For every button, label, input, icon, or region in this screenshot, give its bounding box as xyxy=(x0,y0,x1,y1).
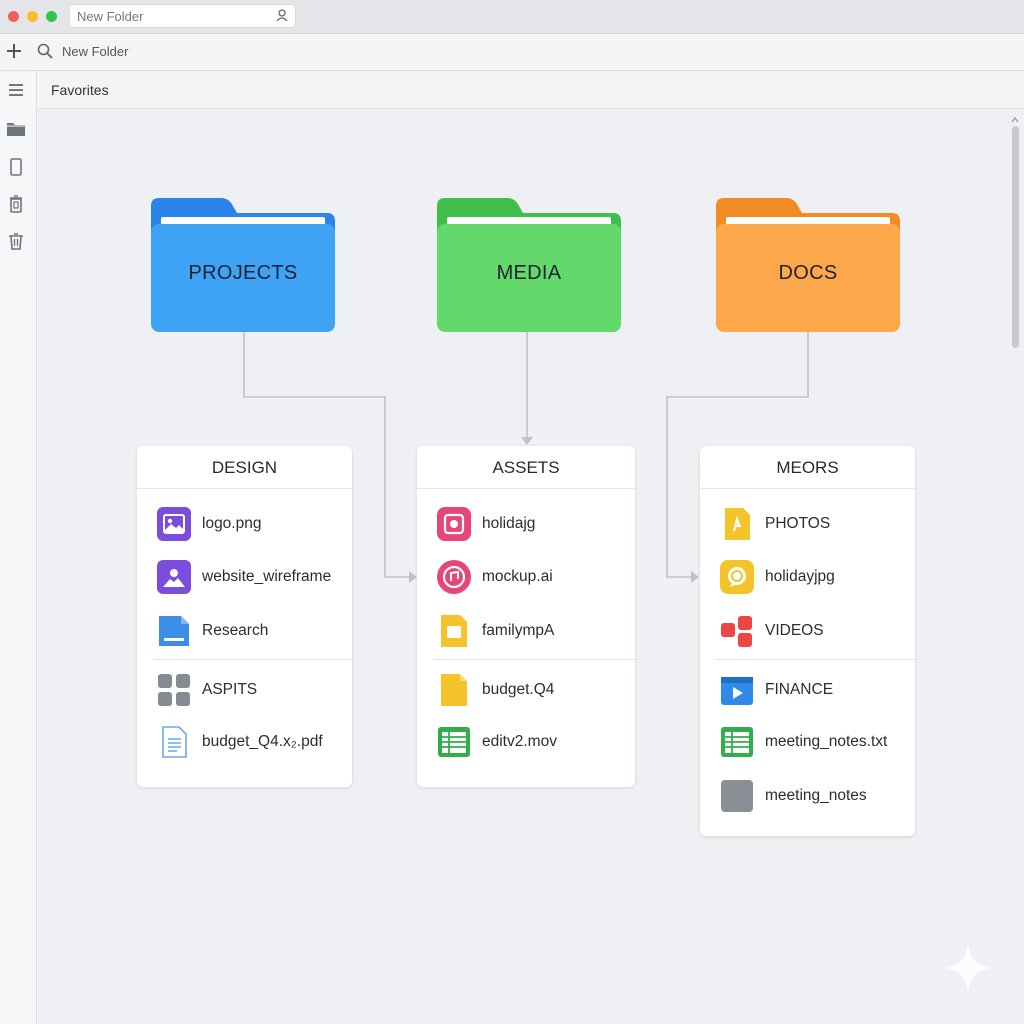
folder-label: MEDIA xyxy=(496,262,562,284)
music-icon xyxy=(437,560,471,594)
list-item[interactable]: Research xyxy=(157,613,268,649)
breadcrumb: Favorites xyxy=(37,71,1024,109)
trash-icon[interactable] xyxy=(6,231,26,251)
breadcrumb-favorites[interactable]: Favorites xyxy=(51,82,109,98)
title-bar: New Folder xyxy=(0,0,1024,34)
archive-icon[interactable] xyxy=(6,194,26,214)
maximize-window-button[interactable] xyxy=(46,11,57,22)
slides-icon xyxy=(441,674,467,706)
image-icon xyxy=(157,507,191,541)
card-title: DESIGN xyxy=(137,446,352,489)
blank-file-icon xyxy=(721,780,753,812)
card-title: MEORS xyxy=(700,446,915,489)
add-icon[interactable] xyxy=(5,42,23,60)
list-item[interactable]: holidajg xyxy=(437,506,535,542)
video-icon xyxy=(721,677,753,705)
list-item[interactable]: holidayjpg xyxy=(720,559,835,595)
photo-icon xyxy=(437,507,471,541)
toolbar: New Folder xyxy=(0,34,1024,71)
sidebar xyxy=(0,71,37,1024)
close-window-button[interactable] xyxy=(8,11,19,22)
document-icon[interactable] xyxy=(6,157,26,177)
list-item[interactable]: budget_Q4.x₂.pdf xyxy=(157,724,323,760)
scrollbar-thumb[interactable] xyxy=(1012,126,1019,348)
list-item[interactable]: website_wireframe xyxy=(157,559,331,595)
list-item[interactable]: familympA xyxy=(437,613,554,649)
divider xyxy=(716,659,915,660)
shapes-icon xyxy=(721,616,752,647)
title-field-text: New Folder xyxy=(77,9,144,24)
list-item[interactable]: logo.png xyxy=(157,506,261,542)
search-label[interactable]: New Folder xyxy=(62,44,128,59)
list-item[interactable]: editv2.mov xyxy=(437,724,557,760)
text-file-icon xyxy=(162,726,187,758)
profile-icon[interactable] xyxy=(275,8,289,22)
card-title: ASSETS xyxy=(417,446,635,489)
list-item[interactable]: VIDEOS xyxy=(720,613,824,649)
divider xyxy=(153,659,352,660)
file-icon xyxy=(725,508,750,540)
image-icon xyxy=(157,560,191,594)
folder-label: PROJECTS xyxy=(188,262,298,284)
chat-icon xyxy=(720,560,754,594)
list-item[interactable]: ASPITS xyxy=(157,672,257,708)
list-item[interactable]: FINANCE xyxy=(720,672,833,708)
slides-icon xyxy=(441,615,467,647)
folder-label: DOCS xyxy=(778,262,838,284)
folder-icon[interactable] xyxy=(6,119,26,139)
sheet-icon xyxy=(721,727,753,757)
folder-projects[interactable]: PROJECTS xyxy=(151,196,335,332)
card-assets: ASSETS holidajg mockup.ai familympA budg… xyxy=(417,446,635,787)
sheet-icon xyxy=(438,727,470,757)
search-icon[interactable] xyxy=(37,43,53,59)
list-item[interactable]: PHOTOS xyxy=(720,506,830,542)
document-icon xyxy=(159,616,189,646)
card-design: DESIGN logo.png website_wireframe Resear… xyxy=(137,446,352,787)
list-item[interactable]: budget.Q4 xyxy=(437,672,554,708)
list-item[interactable]: meeting_notes.txt xyxy=(720,724,887,760)
card-meors: MEORS PHOTOS holidayjpg VIDEOS FINANCE m… xyxy=(700,446,915,836)
list-item[interactable]: mockup.ai xyxy=(437,559,553,595)
minimize-window-button[interactable] xyxy=(27,11,38,22)
list-item[interactable]: meeting_notes xyxy=(720,778,867,814)
folder-docs[interactable]: DOCS xyxy=(716,196,900,332)
divider xyxy=(433,659,635,660)
sparkle-icon xyxy=(944,944,992,992)
title-field[interactable]: New Folder xyxy=(69,4,296,28)
menu-icon[interactable] xyxy=(6,80,26,100)
grid-icon xyxy=(158,674,190,706)
scrollbar[interactable] xyxy=(1010,116,1020,1016)
folder-media[interactable]: MEDIA xyxy=(437,196,621,332)
scroll-up-arrow-icon[interactable] xyxy=(1011,116,1019,124)
